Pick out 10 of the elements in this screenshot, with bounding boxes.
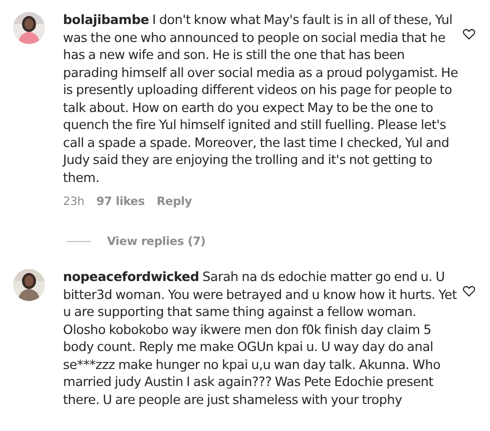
comment-text: nopeacefordwicked Sarah na ds edochie matter go end u. U bitter3d woman. You were betrayed and u know how it hurts. Yet u are supporting that same thing against a fellow woman. Olosho kobokobo way ikwere men don f0k finish day claim 5 body count. Reply me make OGUn kpai u. U way day do anal se***zzz make hunger no kpai u,u wan day talk. Akunna. Who married judy Austin I ask again??? Was Pete Edochie present there. U are people are just shameless with your trophy [63, 269, 458, 409]
timestamp: 23h [63, 194, 84, 208]
heart-icon[interactable] [462, 284, 476, 298]
reply-link[interactable]: Reply [156, 194, 192, 208]
likes-count[interactable]: 97 likes [96, 194, 145, 208]
username-link[interactable]: nopeacefordwicked [63, 270, 200, 285]
username-link[interactable]: bolajibambe [63, 13, 149, 28]
view-replies-link[interactable]: View replies (7) [107, 234, 206, 248]
comment-text: bolajibambe I don't know what May's fault is in all of these, Yul was the one who announced to people on social media that he has a new wife and son. He is still the one that has been parading himself all over social media as a proud polygamist. He is presently uploading different videos on his page for people to talk about. How on earth do you expect May to be the one to quench the fire Yul himself ignited and still fuelling. Please let's call a spade a spade. Moreover, the last time I checked, Yul and Judy said they are enjoying the trolling and it's not getting to them. [63, 12, 460, 187]
heart-icon[interactable] [462, 27, 476, 41]
